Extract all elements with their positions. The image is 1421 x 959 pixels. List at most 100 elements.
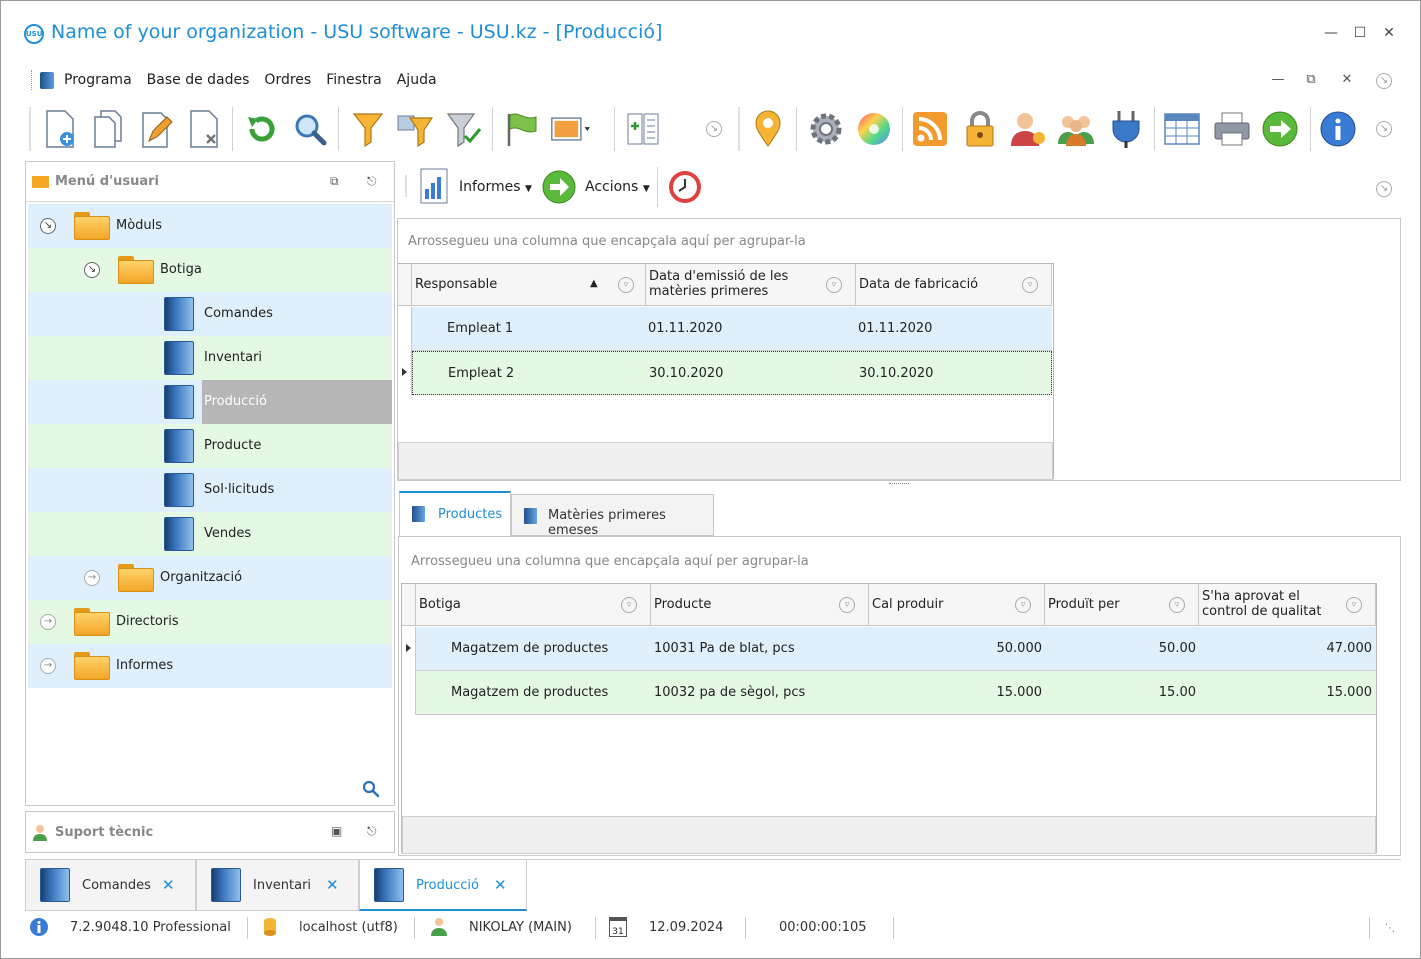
expand-icon[interactable]: → <box>40 614 56 630</box>
window-tab-produccio[interactable]: Producció ✕ <box>359 859 527 911</box>
column-header-cal-produir[interactable]: Cal produir ▿ <box>869 584 1045 626</box>
column-filter-icon[interactable]: ▿ <box>1346 597 1362 613</box>
expand-icon[interactable]: → <box>40 658 56 674</box>
column-filter-icon[interactable]: ▿ <box>826 277 842 293</box>
minimize-button[interactable]: — <box>1321 23 1341 43</box>
grid-toolbar-expand-icon[interactable]: ↘ <box>1376 181 1392 197</box>
collapse-icon[interactable]: ↘ <box>40 218 56 234</box>
plugin-icon[interactable] <box>1106 107 1146 151</box>
column-header-botiga[interactable]: Botiga ▿ <box>416 584 651 626</box>
support-pin-icon[interactable]: ⎋ <box>367 824 377 839</box>
settings-gear-icon[interactable] <box>806 107 846 151</box>
table-row-selected[interactable]: Empleat 2 30.10.2020 30.10.2020 <box>412 351 1052 395</box>
column-header-data-emissio[interactable]: Data d'emissió de les matèries primeres … <box>646 264 856 306</box>
close-tab-icon[interactable]: ✕ <box>326 876 339 894</box>
tree-node-directoris[interactable]: → Directoris <box>28 600 392 644</box>
next-arrow-icon[interactable] <box>1260 107 1300 151</box>
window-tab-inventari[interactable]: Inventari ✕ <box>196 859 359 911</box>
tab-productes[interactable]: Productes <box>399 491 511 537</box>
row-indicator-current[interactable] <box>398 351 412 395</box>
column-filter-icon[interactable]: ▿ <box>621 597 637 613</box>
new-document-icon[interactable] <box>40 107 80 151</box>
clock-icon[interactable] <box>667 169 703 205</box>
grid-footer <box>402 816 1376 854</box>
insert-icon[interactable] <box>622 107 662 151</box>
column-header-data-fabricacio[interactable]: Data de fabricació ▿ <box>856 264 1052 306</box>
flag-icon[interactable] <box>502 107 542 151</box>
toolbar-expand-right-icon[interactable]: ↘ <box>1376 121 1392 137</box>
tree-node-inventari[interactable]: Inventari <box>28 336 392 380</box>
column-filter-icon[interactable]: ▿ <box>618 277 634 293</box>
row-indicator-current[interactable] <box>402 627 416 671</box>
maximize-button[interactable]: ☐ <box>1350 23 1370 43</box>
row-indicator[interactable] <box>398 307 412 351</box>
edit-icon[interactable] <box>136 107 176 151</box>
user-admin-icon[interactable] <box>1008 107 1048 151</box>
column-filter-icon[interactable]: ▿ <box>839 597 855 613</box>
users-group-icon[interactable] <box>1056 107 1096 151</box>
row-indicator[interactable] <box>402 671 416 715</box>
column-header-control-qualitat[interactable]: S'ha aprovat el control de qualitat ▿ <box>1199 584 1376 626</box>
menu-grip <box>31 70 34 90</box>
refresh-icon[interactable] <box>242 107 282 151</box>
tree-node-moduls[interactable]: ↘ Mòduls <box>28 204 392 248</box>
support-minimize-icon[interactable]: ▣ <box>331 824 342 838</box>
menu-expand-icon[interactable]: ↘ <box>1376 73 1392 89</box>
table-row[interactable]: Magatzem de productes 10031 Pa de blat, … <box>416 627 1376 671</box>
resize-grip-icon[interactable]: ⋱ <box>1385 923 1395 934</box>
table-row[interactable]: Magatzem de productes 10032 pa de sègol,… <box>416 671 1376 715</box>
rss-icon[interactable] <box>910 107 950 151</box>
mdi-minimize-button[interactable]: — <box>1269 71 1287 89</box>
filter-edit-icon[interactable] <box>396 107 436 151</box>
window-tab-comandes[interactable]: Comandes ✕ <box>25 859 196 911</box>
splitter-handle[interactable] <box>889 483 909 485</box>
tree-node-botiga[interactable]: ↘ Botiga <box>28 248 392 292</box>
menu-ordres[interactable]: Ordres <box>264 72 311 88</box>
panel-pin-icon[interactable]: ⎋ <box>367 174 377 189</box>
toolbar-expand-icon[interactable]: ↘ <box>706 121 722 137</box>
tree-node-sollicituds[interactable]: Sol·licituds <box>28 468 392 512</box>
tree-node-comandes[interactable]: Comandes <box>28 292 392 336</box>
menu-programa[interactable]: Programa <box>64 72 132 88</box>
table-icon[interactable] <box>1162 107 1202 151</box>
column-filter-icon[interactable]: ▿ <box>1015 597 1031 613</box>
tree-node-produccio[interactable]: Producció <box>28 380 392 424</box>
image-icon[interactable] <box>550 107 590 151</box>
informes-dropdown[interactable]: Informes ▼ <box>459 179 532 195</box>
panel-float-icon[interactable]: ⧉ <box>330 174 339 189</box>
column-header-produit-per[interactable]: Produït per ▿ <box>1045 584 1199 626</box>
location-pin-icon[interactable] <box>748 107 788 151</box>
menu-ajuda[interactable]: Ajuda <box>397 72 437 88</box>
accions-dropdown[interactable]: Accions ▼ <box>585 179 650 195</box>
info-icon[interactable] <box>1318 107 1358 151</box>
collapse-icon[interactable]: ↘ <box>84 262 100 278</box>
close-tab-icon[interactable]: ✕ <box>494 876 507 894</box>
column-filter-icon[interactable]: ▿ <box>1169 597 1185 613</box>
column-header-producte[interactable]: Producte ▿ <box>651 584 869 626</box>
table-row[interactable]: Empleat 1 01.11.2020 01.11.2020 <box>412 307 1052 351</box>
close-tab-icon[interactable]: ✕ <box>162 876 175 894</box>
filter-clear-icon[interactable] <box>444 107 484 151</box>
expand-icon[interactable]: → <box>84 570 100 586</box>
copy-icon[interactable] <box>88 107 128 151</box>
column-filter-icon[interactable]: ▿ <box>1022 277 1038 293</box>
mdi-close-button[interactable]: ✕ <box>1338 71 1356 89</box>
search-icon[interactable] <box>290 107 330 151</box>
book-icon <box>374 868 404 902</box>
menu-base-de-dades[interactable]: Base de dades <box>147 72 250 88</box>
tree-node-vendes[interactable]: Vendes <box>28 512 392 556</box>
tab-materies-primeres[interactable]: Matèries primeres emeses <box>511 494 714 538</box>
column-header-responsable[interactable]: Responsable ▲ ▿ <box>412 264 646 306</box>
close-button[interactable]: ✕ <box>1379 23 1399 43</box>
tree-node-informes[interactable]: → Informes <box>28 644 392 688</box>
tree-node-organitzacio[interactable]: → Organització <box>28 556 392 600</box>
menu-search-icon[interactable] <box>362 780 380 798</box>
delete-icon[interactable] <box>184 107 224 151</box>
color-wheel-icon[interactable] <box>854 107 894 151</box>
tree-node-producte[interactable]: Producte <box>28 424 392 468</box>
menu-finestra[interactable]: Finestra <box>326 72 382 88</box>
lock-icon[interactable] <box>960 107 1000 151</box>
filter-icon[interactable] <box>348 107 388 151</box>
print-icon[interactable] <box>1212 107 1252 151</box>
mdi-restore-button[interactable]: ⧉ <box>1302 71 1320 89</box>
